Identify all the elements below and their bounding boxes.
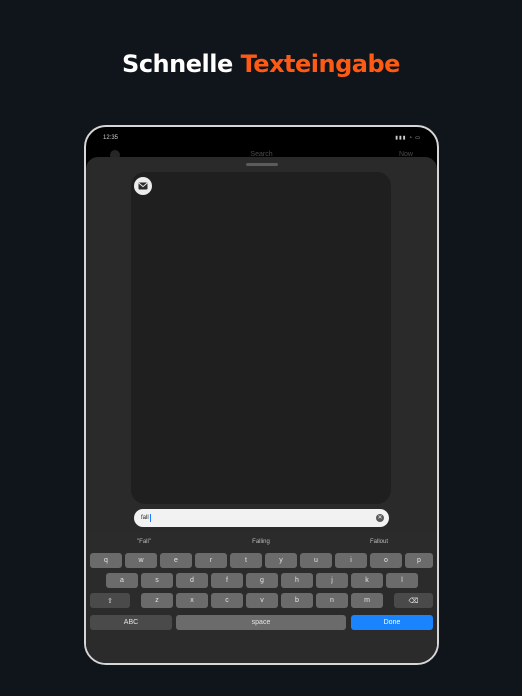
tablet-frame: 12:35 ▮▮▮ ◔ ▭ Search Now fall ✕ "Fall" F… <box>84 125 439 665</box>
space-key[interactable]: space <box>176 615 346 630</box>
text-input-value: fall <box>141 515 149 521</box>
key-w[interactable]: w <box>125 553 157 568</box>
suggestion-1[interactable]: "Fall" <box>94 539 194 545</box>
status-icons: ▮▮▮ ◔ ▭ <box>395 135 421 141</box>
key-n[interactable]: n <box>316 593 348 608</box>
key-j[interactable]: j <box>316 573 348 588</box>
microphone-icon[interactable] <box>419 664 427 665</box>
key-y[interactable]: y <box>265 553 297 568</box>
key-q[interactable]: q <box>90 553 122 568</box>
key-k[interactable]: k <box>351 573 383 588</box>
key-d[interactable]: d <box>176 573 208 588</box>
mail-button[interactable] <box>134 177 152 195</box>
keyboard: "Fall" Falling Fallout q w e r t y u i o… <box>86 533 437 663</box>
preview-card <box>131 172 391 504</box>
key-f[interactable]: f <box>211 573 243 588</box>
key-c[interactable]: c <box>211 593 243 608</box>
headline-word-1: Schnelle <box>122 50 233 78</box>
key-m[interactable]: m <box>351 593 383 608</box>
text-input[interactable]: fall ✕ <box>134 509 389 527</box>
key-u[interactable]: u <box>300 553 332 568</box>
text-cursor <box>149 514 151 522</box>
key-s[interactable]: s <box>141 573 173 588</box>
envelope-icon <box>138 182 148 190</box>
status-time: 12:35 <box>103 135 119 141</box>
sheet-grabber[interactable] <box>246 163 278 166</box>
status-bar: 12:35 ▮▮▮ ◔ ▭ <box>86 127 437 145</box>
compose-sheet: fall ✕ "Fall" Falling Fallout q w e r t … <box>86 157 437 663</box>
key-g[interactable]: g <box>246 573 278 588</box>
key-p[interactable]: p <box>405 553 433 568</box>
key-l[interactable]: l <box>386 573 418 588</box>
key-x[interactable]: x <box>176 593 208 608</box>
suggestion-2[interactable]: Falling <box>211 539 311 545</box>
key-t[interactable]: t <box>230 553 262 568</box>
key-h[interactable]: h <box>281 573 313 588</box>
emoji-icon[interactable] <box>95 664 105 665</box>
key-z[interactable]: z <box>141 593 173 608</box>
suggestion-bar: "Fall" Falling Fallout <box>86 533 437 553</box>
key-i[interactable]: i <box>335 553 367 568</box>
done-button[interactable]: Done <box>351 615 433 630</box>
key-o[interactable]: o <box>370 553 402 568</box>
key-e[interactable]: e <box>160 553 192 568</box>
key-v[interactable]: v <box>246 593 278 608</box>
suggestion-3[interactable]: Fallout <box>329 539 429 545</box>
key-r[interactable]: r <box>195 553 227 568</box>
key-a[interactable]: a <box>106 573 138 588</box>
shift-key[interactable]: ⇧ <box>90 593 130 608</box>
clear-icon[interactable]: ✕ <box>376 514 384 522</box>
delete-key[interactable]: ⌫ <box>394 593 433 608</box>
key-b[interactable]: b <box>281 593 313 608</box>
abc-key[interactable]: ABC <box>90 615 172 630</box>
headline: Schnelle Texteingabe <box>0 50 522 78</box>
headline-word-2: Texteingabe <box>240 50 401 78</box>
